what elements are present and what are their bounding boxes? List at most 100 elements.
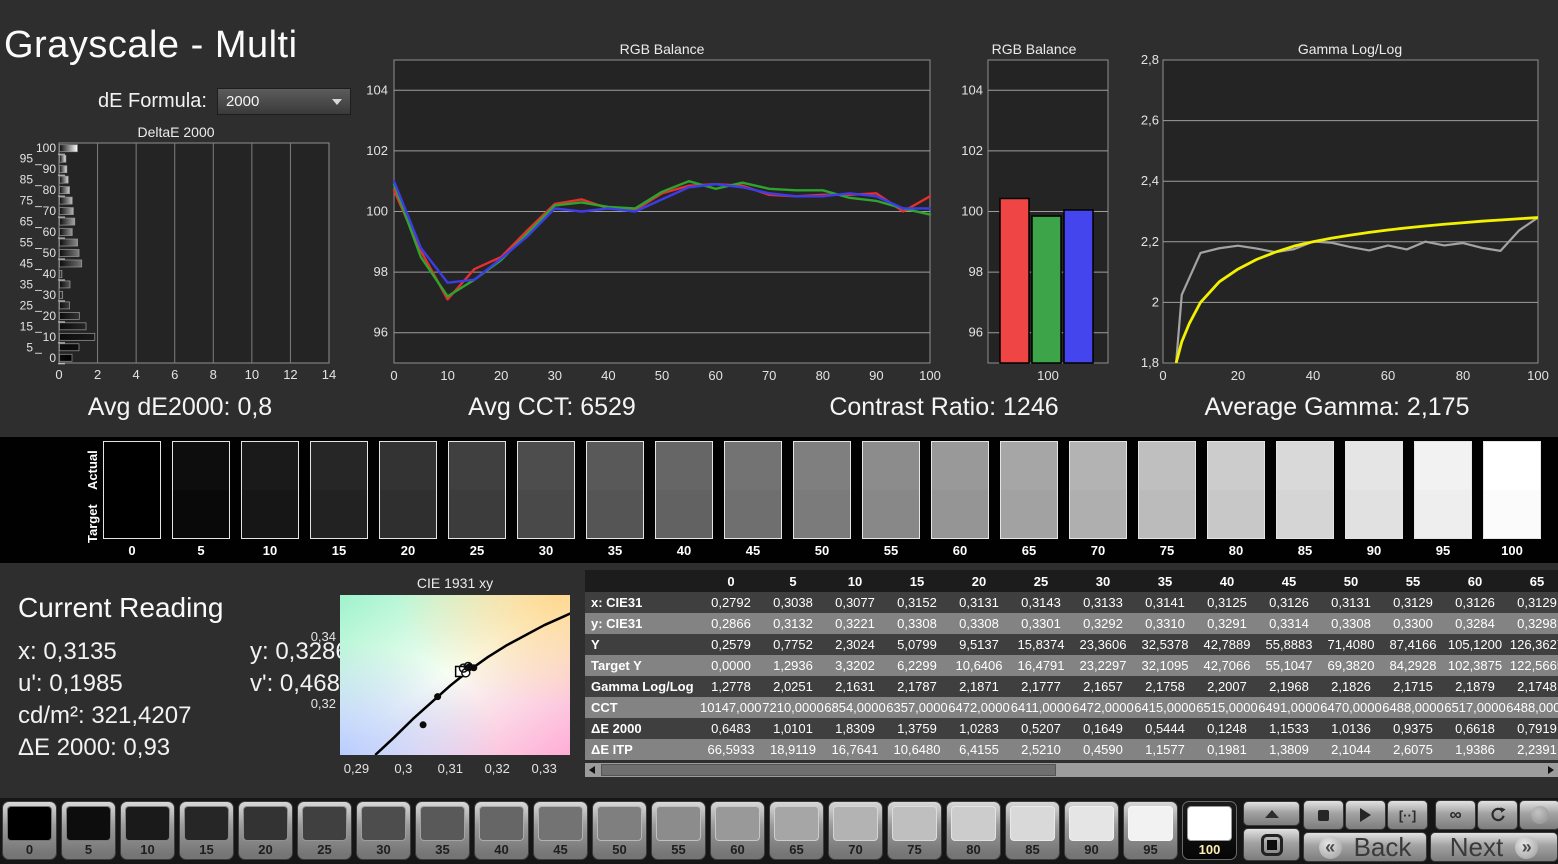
axis-tick-label: 0,3 xyxy=(394,761,412,776)
table-cell: 1,0283 xyxy=(948,718,1010,739)
table-cell: 1,3809 xyxy=(1258,739,1320,760)
table-cell: 10147,0000 xyxy=(700,697,762,718)
swatch-20 xyxy=(379,441,437,539)
pattern-button-label: 30 xyxy=(376,842,391,857)
strip-swatch-60: 60 xyxy=(931,441,989,558)
axis-tick-label: 40 xyxy=(43,267,57,281)
swatch-40 xyxy=(655,441,713,539)
expand-up-button[interactable] xyxy=(1243,801,1300,826)
rgb-balance-bar-chart: RGB Balance 96 98 100 102 104 100 xyxy=(950,36,1125,386)
interval-button[interactable]: [··] xyxy=(1387,800,1428,830)
fullfield-pattern-button[interactable] xyxy=(1243,828,1300,861)
strip-swatch-label: 5 xyxy=(197,543,205,558)
axis-tick-label: 85 xyxy=(20,173,34,187)
pattern-button-90[interactable]: 90 xyxy=(1064,801,1119,860)
table-cell: 0,2579 xyxy=(700,634,762,655)
deltae-bar xyxy=(59,322,87,331)
table-cell: 0,4590 xyxy=(1072,739,1134,760)
pattern-button-10[interactable]: 10 xyxy=(120,801,175,860)
back-button-label: Back xyxy=(1353,831,1412,862)
axis-tick-label: 98 xyxy=(374,264,388,279)
swatch-15 xyxy=(310,441,368,539)
table-cell: 0,3131 xyxy=(948,592,1010,613)
next-button[interactable]: Next » xyxy=(1430,832,1558,862)
measurement-point xyxy=(419,721,427,729)
pattern-button-95[interactable]: 95 xyxy=(1123,801,1178,860)
table-cell: 42,7066 xyxy=(1196,655,1258,676)
pattern-button-100[interactable]: 100 xyxy=(1182,801,1237,860)
strip-swatch-75: 75 xyxy=(1138,441,1196,558)
pattern-swatch xyxy=(1069,806,1114,841)
swatch-60 xyxy=(931,441,989,539)
pattern-button-80[interactable]: 80 xyxy=(946,801,1001,860)
refresh-button[interactable] xyxy=(1477,800,1518,830)
pattern-button-60[interactable]: 60 xyxy=(710,801,765,860)
axis-tick-label: 95 xyxy=(20,152,34,166)
pattern-button-35[interactable]: 35 xyxy=(415,801,470,860)
deltae-bar xyxy=(59,186,70,194)
table-cell: 122,5665 xyxy=(1506,655,1558,676)
target-swatch xyxy=(1001,490,1057,538)
pattern-button-45[interactable]: 45 xyxy=(533,801,588,860)
pattern-button-30[interactable]: 30 xyxy=(356,801,411,860)
scroll-left-icon[interactable] xyxy=(585,763,599,777)
pattern-button-65[interactable]: 65 xyxy=(769,801,824,860)
pattern-button-40[interactable]: 40 xyxy=(474,801,529,860)
pattern-button-20[interactable]: 20 xyxy=(238,801,293,860)
axis-tick-label: 30 xyxy=(43,288,57,302)
table-cell: 66,5933 xyxy=(700,739,762,760)
target-swatch xyxy=(587,490,643,538)
pattern-button-50[interactable]: 50 xyxy=(592,801,647,860)
pattern-button-75[interactable]: 75 xyxy=(887,801,942,860)
table-cell: 6854,0000 xyxy=(824,697,886,718)
pattern-swatch xyxy=(420,806,465,841)
de-formula-dropdown[interactable]: 2000 xyxy=(216,88,351,115)
table-cell: 0,3141 xyxy=(1134,592,1196,613)
axis-tick-label: 20 xyxy=(43,309,57,323)
pattern-button-25[interactable]: 25 xyxy=(297,801,352,860)
table-cell: 6411,0000 xyxy=(1010,697,1072,718)
refresh-icon xyxy=(1491,807,1506,822)
deltae-bar xyxy=(59,165,68,174)
axis-tick-label: 10 xyxy=(43,330,57,344)
actual-swatch xyxy=(242,442,298,490)
pattern-button-5[interactable]: 5 xyxy=(61,801,116,860)
strip-swatch-label: 100 xyxy=(1501,543,1523,558)
table-cell: 0,3143 xyxy=(1010,592,1072,613)
swatch-65 xyxy=(1000,441,1058,539)
deltae-bar xyxy=(59,249,80,257)
de-formula-value: 2000 xyxy=(225,93,260,110)
pattern-swatch xyxy=(66,806,111,841)
pattern-button-15[interactable]: 15 xyxy=(179,801,234,860)
axis-tick-label: 100 xyxy=(1037,368,1059,383)
pattern-button-70[interactable]: 70 xyxy=(828,801,883,860)
strip-swatch-label: 50 xyxy=(814,543,830,558)
record-button[interactable] xyxy=(1519,800,1558,830)
scrollbar-thumb[interactable] xyxy=(601,764,1056,776)
pattern-button-label: 35 xyxy=(435,842,450,857)
infinity-button[interactable]: ∞ xyxy=(1435,800,1476,830)
scroll-right-icon[interactable] xyxy=(1544,763,1558,777)
pattern-button-85[interactable]: 85 xyxy=(1005,801,1060,860)
play-button[interactable] xyxy=(1345,800,1386,830)
table-cell: 0,1981 xyxy=(1196,739,1258,760)
pattern-button-label: 0 xyxy=(25,842,34,857)
pattern-button-55[interactable]: 55 xyxy=(651,801,706,860)
stop-button[interactable] xyxy=(1303,800,1344,830)
axis-tick-label: 50 xyxy=(655,368,669,383)
pattern-buttons-row: 0 5 10 15 20 25 30 35 40 45 50 55 60 65 70 75 80 85 90 95 10… xyxy=(2,801,1237,860)
axis-tick-label: 20 xyxy=(494,368,508,383)
table-row-label: Target Y xyxy=(585,655,700,676)
table-scrollbar[interactable] xyxy=(585,763,1558,777)
table-cell: 55,8883 xyxy=(1258,634,1320,655)
deltae-bar xyxy=(59,312,80,320)
strip-swatch-0: 0 xyxy=(103,441,161,558)
pattern-button-0[interactable]: 0 xyxy=(2,801,57,860)
strip-swatch-15: 15 xyxy=(310,441,368,558)
table-cell: 0,3221 xyxy=(824,613,886,634)
pattern-swatch xyxy=(479,806,524,841)
back-button[interactable]: « Back xyxy=(1303,832,1427,862)
table-cell: 0,0000 xyxy=(700,655,762,676)
deltae-bar xyxy=(59,259,83,268)
strip-swatch-65: 65 xyxy=(1000,441,1058,558)
